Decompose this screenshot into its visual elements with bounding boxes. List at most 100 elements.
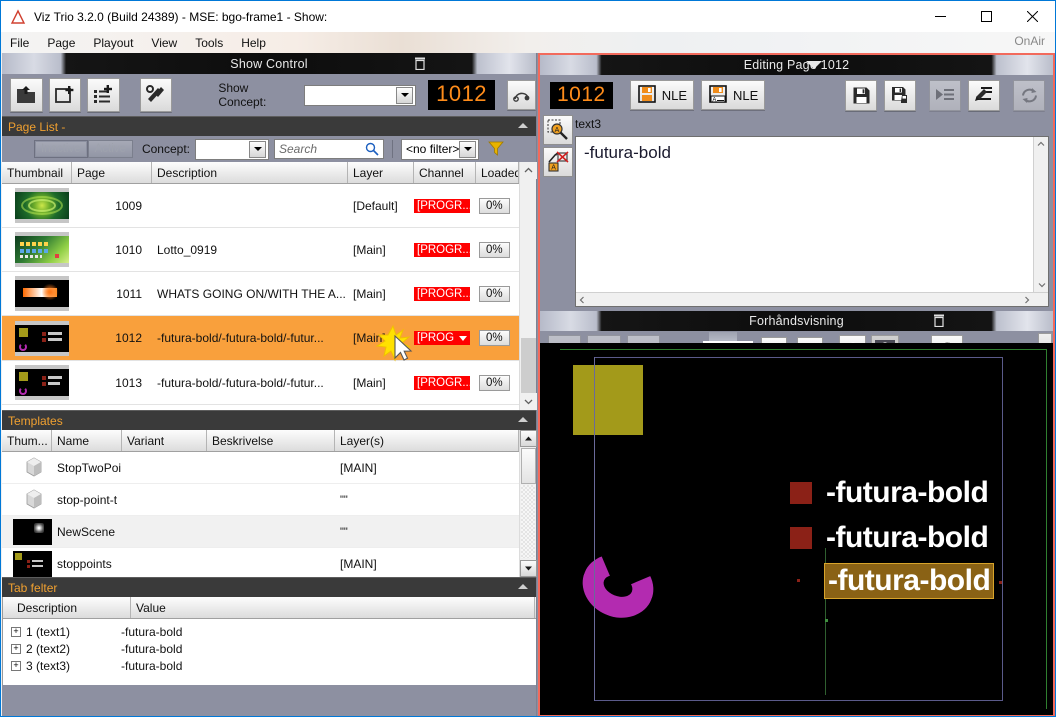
expander-icon[interactable]: + (11, 643, 21, 654)
textarea-vscrollbar[interactable] (1033, 137, 1048, 306)
preview-render-canvas[interactable]: -futura-bold -futura-bold -futura-bold (540, 343, 1053, 715)
scroll-left-icon[interactable] (579, 293, 585, 307)
save-button[interactable] (845, 79, 877, 111)
menu-help[interactable]: Help (232, 34, 275, 52)
scroll-up-icon[interactable] (1034, 137, 1048, 151)
table-row[interactable]: + 2 (text2) -futura-bold (3, 640, 536, 657)
scroll-down-button[interactable] (520, 560, 537, 577)
toggle-active[interactable]: Active (87, 140, 133, 158)
list-item[interactable]: StopTwoPoi... [MAIN] (2, 452, 536, 484)
col-name[interactable]: Name (52, 430, 122, 451)
cell-loaded[interactable]: 0% (479, 374, 510, 391)
filter-combo[interactable]: <no filter> (401, 138, 479, 160)
table-row-selected[interactable]: 1012 -futura-bold/-futura-bold/-futur...… (2, 316, 536, 361)
jump-button[interactable] (507, 80, 537, 110)
cell-loaded[interactable]: 0% (479, 197, 510, 214)
scrollbar-thumb[interactable] (521, 448, 536, 484)
editor-dropdown-icon[interactable] (806, 61, 822, 69)
scroll-up-button[interactable] (520, 430, 537, 447)
open-show-button[interactable] (10, 78, 43, 112)
col-layer[interactable]: Layer (348, 162, 414, 183)
list-item[interactable]: stoppoints [MAIN] (2, 548, 536, 580)
save-as-button[interactable] (884, 79, 916, 111)
menu-tools[interactable]: Tools (186, 34, 232, 52)
table-row[interactable]: 1009 [Default] [PROGR... 0% (2, 184, 536, 228)
page-list-scrollbar[interactable] (519, 162, 537, 423)
chevron-down-icon[interactable] (459, 335, 468, 341)
cell-loaded[interactable]: 0% (479, 241, 510, 258)
active-inactive-toggle[interactable]: Inactive Active (34, 140, 133, 158)
clear-field-icon-button[interactable]: A (543, 147, 573, 177)
scroll-down-icon[interactable] (1034, 278, 1049, 292)
filter-funnel-icon[interactable] (488, 140, 504, 159)
tools-button[interactable] (139, 78, 173, 112)
menu-view[interactable]: View (142, 34, 186, 52)
maximize-button[interactable] (963, 1, 1009, 32)
templates-scrollbar[interactable] (519, 430, 537, 577)
nle-save-as-button[interactable]: A NLE (701, 80, 766, 110)
scroll-up-icon[interactable] (520, 162, 537, 179)
cell-loaded[interactable]: 0% (479, 285, 510, 302)
col-description[interactable]: Description (152, 162, 348, 183)
scroll-right-icon[interactable] (1024, 293, 1030, 307)
col-layers[interactable]: Layer(s) (335, 430, 519, 451)
tab-felter-section-header[interactable]: Tab felter (2, 577, 536, 597)
cell-loaded[interactable]: 0% (479, 330, 510, 346)
expander-icon[interactable]: + (11, 660, 21, 671)
minimize-button[interactable] (917, 1, 963, 32)
select-object-icon-button[interactable]: A (543, 115, 573, 145)
col-variant[interactable]: Variant (122, 430, 207, 451)
page-list-section-header[interactable]: Page List - (2, 116, 536, 136)
dock-icon[interactable] (414, 57, 426, 71)
col-thumb[interactable]: Thum... (2, 430, 52, 451)
refresh-button[interactable] (1013, 79, 1045, 111)
cell-channel[interactable]: [PROG (414, 331, 470, 345)
search-input[interactable]: Search (274, 139, 384, 159)
table-row[interactable]: 1011 WHATS GOING ON/WITH THE A... [Main]… (2, 272, 536, 316)
field-value-textarea[interactable]: -futura-bold (575, 136, 1049, 307)
preview-text-1: -futura-bold (826, 476, 989, 509)
col-thumbnail[interactable]: Thumbnail (2, 162, 72, 183)
col-beskrivelse[interactable]: Beskrivelse (207, 430, 335, 451)
scrollbar-track[interactable] (521, 485, 535, 558)
list-item[interactable]: stop-point-t "" (2, 484, 536, 516)
collapse-icon[interactable] (518, 417, 528, 422)
close-button[interactable] (1009, 1, 1055, 32)
cell-value: -futura-bold (121, 624, 183, 639)
concept-combo[interactable] (195, 138, 269, 160)
table-row[interactable]: + 1 (text1) -futura-bold (3, 623, 536, 640)
table-row[interactable]: 1013 -futura-bold/-futura-bold/-futur...… (2, 361, 536, 405)
cell-layer[interactable]: [Main] (348, 331, 414, 345)
scroll-down-icon[interactable] (520, 393, 537, 410)
show-concept-combo[interactable] (303, 84, 417, 106)
col-description[interactable]: Description (3, 597, 131, 618)
cell-channel: [PROGR... (414, 242, 470, 257)
menu-page[interactable]: Page (38, 34, 84, 52)
collapse-icon[interactable] (518, 584, 528, 589)
col-channel[interactable]: Channel (414, 162, 476, 183)
templates-section-header[interactable]: Templates (2, 410, 536, 430)
col-loaded[interactable]: Loaded (476, 162, 519, 183)
table-row[interactable]: 1010 Lotto_0919 [Main] [PROGR... 0% (2, 228, 536, 272)
col-page[interactable]: Page (72, 162, 152, 183)
toggle-inactive[interactable]: Inactive (34, 140, 88, 158)
chevron-down-icon[interactable] (249, 140, 266, 158)
textarea-hscrollbar[interactable] (576, 292, 1048, 306)
dock-icon[interactable] (933, 314, 945, 328)
new-playlist-button[interactable] (87, 78, 120, 112)
menu-file[interactable]: File (1, 34, 38, 52)
chevron-down-icon[interactable] (390, 335, 399, 341)
table-row[interactable]: + 3 (text3) -futura-bold (3, 657, 536, 674)
new-page-button[interactable] (48, 78, 82, 112)
chevron-down-icon[interactable] (459, 140, 476, 158)
nle-save-button[interactable]: NLE (629, 80, 695, 110)
chevron-down-icon[interactable] (396, 86, 414, 104)
list-item[interactable]: NewScene "" (2, 516, 536, 548)
take-in-button[interactable] (929, 79, 961, 111)
col-value[interactable]: Value (131, 597, 535, 618)
preview-text-row-3-highlighted[interactable]: -futura-bold (824, 563, 995, 599)
menu-playout[interactable]: Playout (84, 34, 142, 52)
expander-icon[interactable]: + (11, 626, 21, 637)
collapse-icon[interactable] (518, 123, 528, 128)
edit-page-button[interactable] (968, 79, 1000, 111)
